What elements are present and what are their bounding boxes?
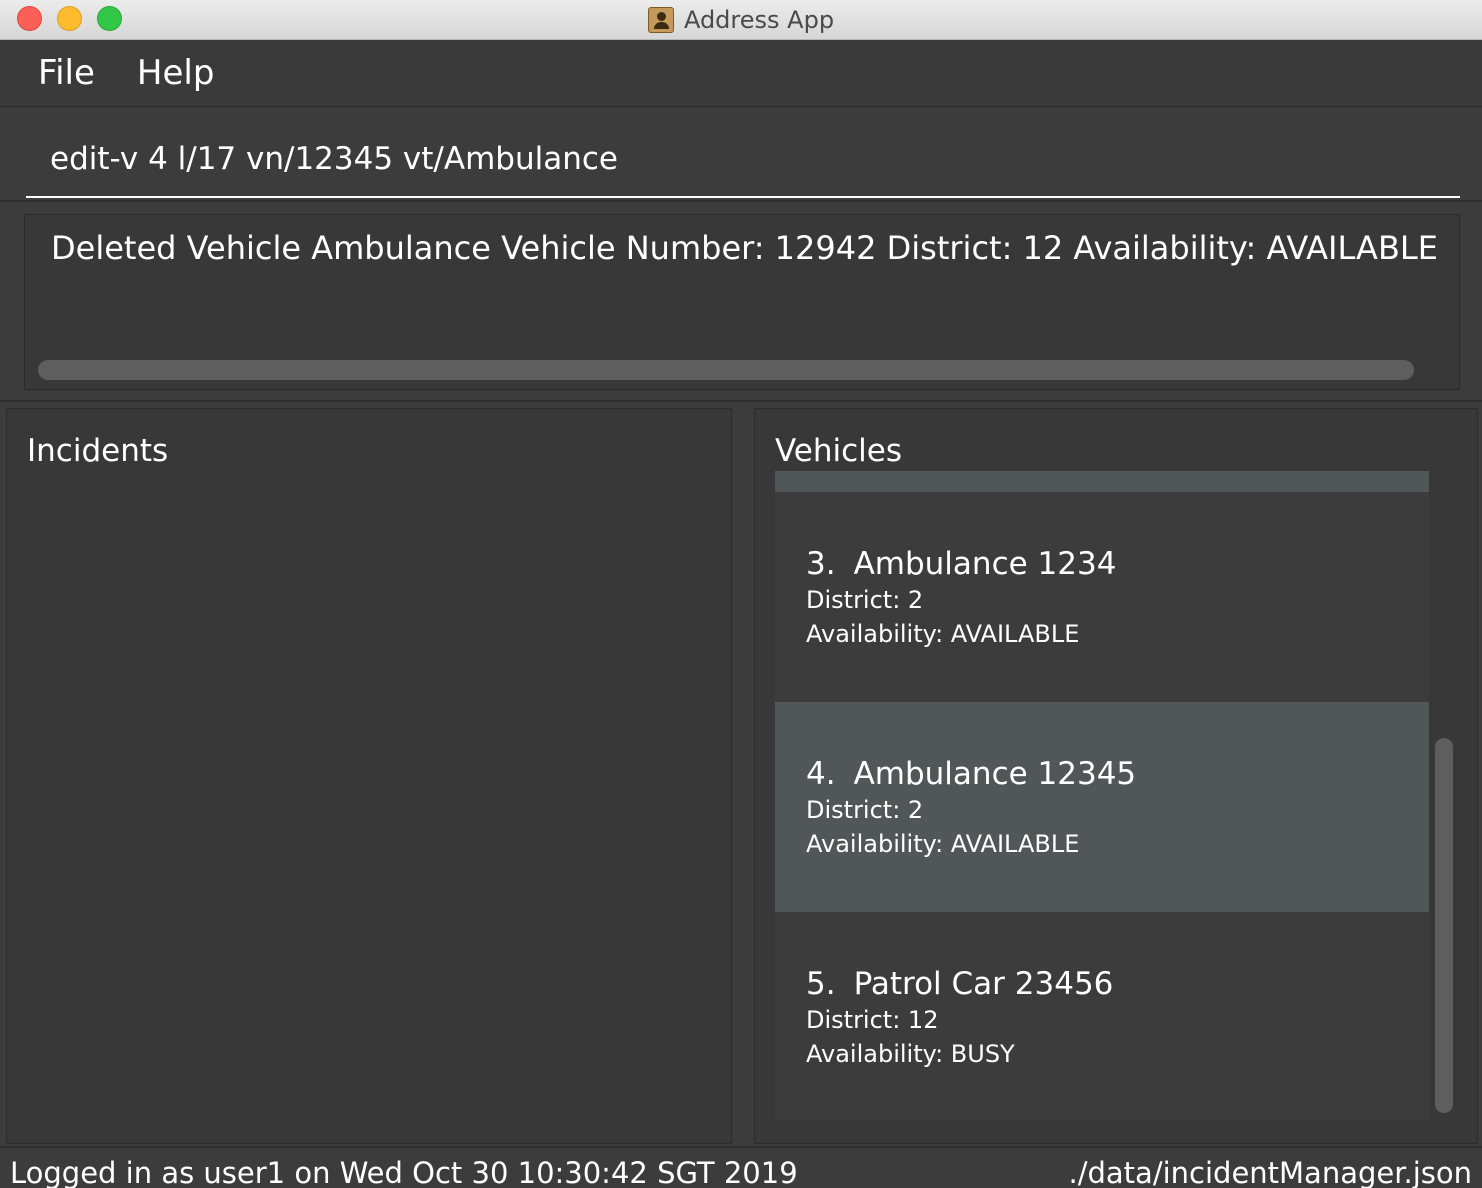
- vehicle-card-index: 5.: [806, 966, 836, 1002]
- vehicle-card-selected[interactable]: 4. Ambulance 12345 District: 2 Availabili…: [775, 702, 1429, 912]
- vehicle-card-availability: Availability: AVAILABLE: [806, 620, 1080, 648]
- vehicle-card-title: 3. Ambulance 1234: [806, 546, 1116, 582]
- result-display: Deleted Vehicle Ambulance Vehicle Number…: [24, 214, 1460, 390]
- vehicle-card-district: District: 2: [806, 586, 924, 614]
- menu-help[interactable]: Help: [137, 53, 215, 93]
- command-box-area: [0, 108, 1482, 202]
- vehicles-title: Vehicles: [775, 433, 903, 469]
- command-input[interactable]: [26, 122, 1460, 198]
- vehicle-card-name: Patrol Car 23456: [853, 966, 1114, 1002]
- window-title-group: Address App: [0, 0, 1482, 40]
- address-book-icon: [647, 7, 674, 33]
- result-message: Deleted Vehicle Ambulance Vehicle Number…: [51, 229, 1438, 267]
- data-file-path: ./data/incidentManager.json: [1068, 1156, 1472, 1188]
- login-status: Logged in as user1 on Wed Oct 30 10:30:4…: [10, 1156, 798, 1188]
- vehicle-card-availability: Availability: BUSY: [806, 1040, 1015, 1068]
- menu-bar: File Help: [0, 40, 1482, 107]
- vehicle-card[interactable]: 3. Ambulance 1234 District: 2 Availabilit…: [775, 492, 1429, 702]
- vehicle-card-partial[interactable]: [775, 471, 1429, 492]
- result-horizontal-scrollbar[interactable]: [38, 360, 1414, 380]
- vehicle-card[interactable]: 5. Patrol Car 23456 District: 12 Availabi…: [775, 912, 1429, 1121]
- vehicle-card-title: 5. Patrol Car 23456: [806, 966, 1113, 1002]
- vehicle-list-scrollbar[interactable]: [1435, 738, 1453, 1113]
- window-titlebar: Address App: [0, 0, 1482, 40]
- result-display-area: Deleted Vehicle Ambulance Vehicle Number…: [0, 202, 1482, 402]
- vehicle-card-district: District: 12: [806, 1006, 939, 1034]
- menu-file[interactable]: File: [38, 53, 95, 93]
- incidents-panel: Incidents: [6, 408, 732, 1144]
- vehicle-card-district: District: 2: [806, 796, 924, 824]
- vehicle-card-name: Ambulance 12345: [853, 756, 1137, 792]
- vehicles-panel: Vehicles 3. Ambulance 1234 District: 2 Av…: [754, 408, 1478, 1144]
- window-title: Address App: [683, 6, 835, 34]
- vehicle-card-index: 4.: [806, 756, 836, 792]
- vehicle-card-name: Ambulance 1234: [853, 546, 1117, 582]
- status-bar: Logged in as user1 on Wed Oct 30 10:30:4…: [0, 1146, 1482, 1188]
- vehicle-card-index: 3.: [806, 546, 836, 582]
- vehicle-card-title: 4. Ambulance 12345: [806, 756, 1136, 792]
- vehicle-list[interactable]: 3. Ambulance 1234 District: 2 Availabilit…: [775, 471, 1429, 1121]
- incidents-title: Incidents: [27, 433, 169, 469]
- vehicle-card-availability: Availability: AVAILABLE: [806, 830, 1080, 858]
